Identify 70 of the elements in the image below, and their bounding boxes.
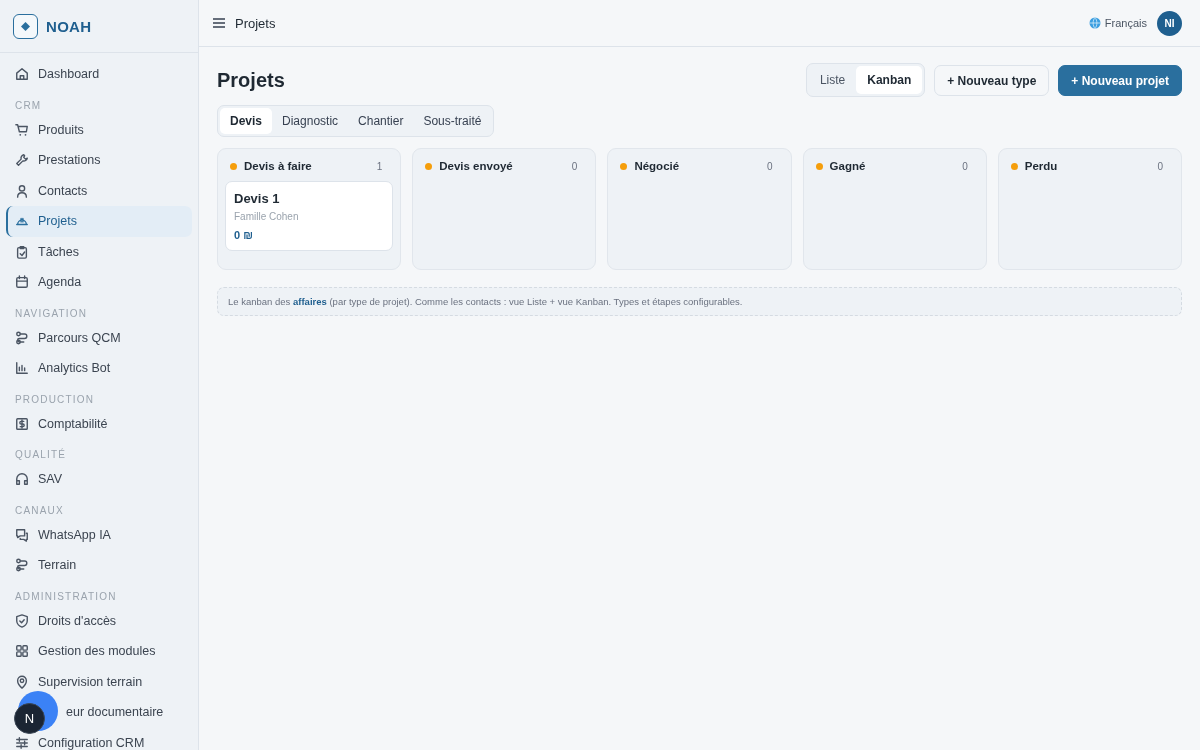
sidebar-item[interactable]: Terrain (6, 550, 192, 581)
column-count: 0 (767, 160, 774, 172)
dollar-icon (15, 416, 29, 431)
sidebar-item[interactable]: SAV (6, 464, 192, 495)
wrench-icon (15, 153, 29, 168)
card-client: Famille Cohen (234, 211, 300, 222)
column-count: 0 (962, 160, 969, 172)
globe-icon (1088, 17, 1101, 29)
column-title: Gagné (829, 160, 867, 172)
map-pin-icon (15, 674, 29, 689)
section-label: CANAUX (14, 503, 65, 518)
card-title: Devis 1 (234, 191, 281, 206)
route-icon (15, 330, 29, 345)
sidebar-item[interactable]: Prestations (6, 145, 192, 176)
section-label: PRODUCTION (14, 392, 96, 407)
sidebar-item[interactable]: Gestion des modules (6, 636, 192, 667)
grid-icon (15, 644, 29, 659)
sidebar-item[interactable]: Contacts (6, 175, 192, 206)
sidebar-item[interactable]: eur documentaire (64, 697, 192, 728)
sidebar-item[interactable]: Produits (6, 114, 192, 145)
new-project-button[interactable]: + Nouveau projet (1058, 64, 1182, 96)
sidebar-item[interactable]: Projets (6, 206, 192, 237)
tab[interactable]: Chantier (348, 108, 414, 134)
column-title: Devis à faire (244, 160, 313, 172)
user-avatar[interactable]: NI (1157, 10, 1182, 36)
clipboard-icon (15, 244, 29, 259)
column-title: Devis envoyé (439, 160, 514, 172)
column-title: Négocié (634, 160, 681, 172)
new-type-button[interactable]: + Nouveau type (934, 64, 1050, 96)
shield-icon (15, 613, 29, 628)
column-count: 0 (1157, 160, 1164, 172)
sidebar-item[interactable]: Agenda (6, 267, 192, 298)
project-card[interactable]: Devis 1 Famille Cohen 0 ₪ (225, 181, 394, 251)
route-icon (15, 558, 29, 573)
section-label: QUALITÉ (14, 447, 68, 462)
tab[interactable]: Devis (220, 108, 273, 134)
user-icon (15, 183, 29, 198)
sidebar-item[interactable]: WhatsApp IA (6, 519, 192, 550)
logo-text: NOAH (46, 17, 92, 35)
section-label: NAVIGATION (14, 306, 89, 321)
section-label: ADMINISTRATION (14, 589, 118, 604)
tab[interactable]: Sous-traité (413, 108, 492, 134)
column-title: Perdu (1024, 160, 1059, 172)
column-count: 0 (571, 160, 579, 172)
sidebar-item[interactable]: Tâches (6, 236, 192, 267)
sidebar-item[interactable]: Analytics Bot (6, 353, 192, 384)
assistant-badge: N (14, 703, 45, 734)
calendar-icon (15, 275, 29, 290)
tab[interactable]: Diagnostic (272, 108, 349, 134)
sidebar-item[interactable]: Droits d'accès (6, 605, 192, 636)
section-label: CRM (14, 98, 43, 113)
menu-icon[interactable] (213, 17, 225, 29)
header-title: Projets (235, 15, 277, 31)
logo-icon (13, 13, 38, 39)
sidebar-item[interactable]: Parcours QCM (6, 322, 192, 353)
view-toggle[interactable]: Liste (808, 66, 857, 94)
sliders-icon (15, 735, 29, 750)
sidebar-item[interactable]: Comptabilité (6, 408, 192, 439)
bar-chart-icon (15, 361, 29, 376)
home-icon (15, 67, 29, 82)
info-note: Le kanban des affaires (par type de projet). Comme les contacts : vue Liste + vue Kanban. Types et étapes configurables. (217, 287, 1182, 316)
language-selector[interactable]: Français (1088, 17, 1147, 29)
view-toggle[interactable]: Kanban (856, 66, 923, 94)
page-title: Projets (217, 68, 286, 92)
column-count: 1 (376, 160, 384, 172)
chat-icon (15, 527, 29, 542)
headphones-icon (15, 472, 29, 487)
card-amount: 0 ₪ (234, 229, 254, 241)
sidebar-item[interactable]: Dashboard (6, 59, 192, 90)
cart-icon (15, 122, 29, 137)
